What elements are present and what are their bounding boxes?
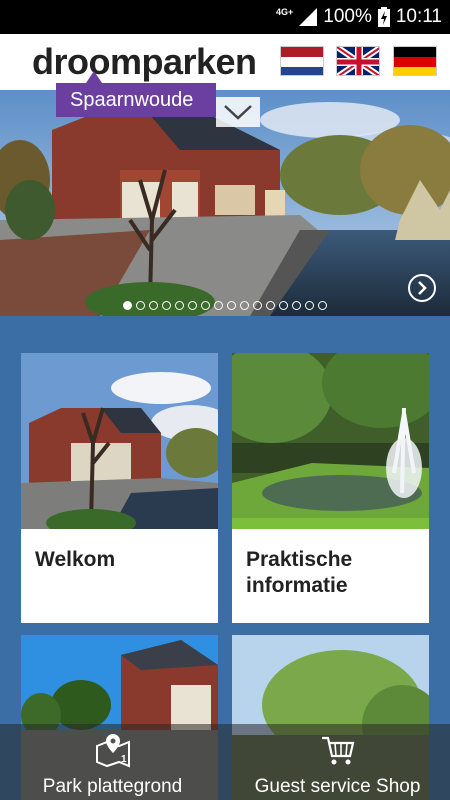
carousel-dot[interactable]	[227, 301, 236, 310]
cart-icon	[321, 736, 354, 765]
carousel-dot[interactable]	[279, 301, 288, 310]
guest-service-shop-button[interactable]: Guest service Shop	[225, 724, 450, 800]
card-praktische-informatie[interactable]: Praktische informatie	[232, 353, 429, 623]
carousel-dot[interactable]	[240, 301, 249, 310]
status-bar: 4G+ 100% 10:11	[0, 0, 450, 34]
carousel-dot[interactable]	[175, 301, 184, 310]
carousel-dot[interactable]	[318, 301, 327, 310]
carousel-dot[interactable]	[123, 301, 132, 310]
carousel-dot[interactable]	[188, 301, 197, 310]
map-pin-icon: 1	[95, 734, 130, 768]
card-image	[21, 353, 218, 529]
flag-uk-icon[interactable]	[336, 46, 380, 76]
carousel-dot[interactable]	[214, 301, 223, 310]
card-welkom[interactable]: Welkom	[21, 353, 218, 623]
svg-text:1: 1	[121, 754, 127, 765]
battery-charging-icon	[377, 7, 390, 27]
park-map-label: Park plattegrond	[42, 776, 183, 797]
carousel-dot[interactable]	[292, 301, 301, 310]
carousel-dot[interactable]	[136, 301, 145, 310]
carousel-dot[interactable]	[149, 301, 158, 310]
chevron-down-icon[interactable]	[216, 97, 260, 127]
carousel-dot[interactable]	[201, 301, 210, 310]
guest-service-shop-label: Guest service Shop	[254, 776, 421, 797]
carousel-dot[interactable]	[162, 301, 171, 310]
brand-logo[interactable]: droomparken	[32, 40, 257, 84]
battery-percent: 100%	[323, 6, 372, 27]
carousel-dot[interactable]	[253, 301, 262, 310]
next-slide-icon[interactable]	[408, 274, 436, 302]
network-type: 4G+	[275, 7, 294, 17]
park-map-button[interactable]: 1 Park plattegrond	[0, 724, 225, 800]
card-image	[232, 353, 429, 529]
card-title: Praktische informatie	[246, 548, 353, 597]
flag-nl-icon[interactable]	[280, 46, 324, 76]
carousel-dot[interactable]	[266, 301, 275, 310]
flag-de-icon[interactable]	[393, 46, 437, 76]
location-selector[interactable]: Spaarnwoude	[56, 71, 216, 117]
bottom-bar: 1 Park plattegrond Guest service Shop	[0, 724, 450, 800]
carousel-dots[interactable]	[0, 301, 450, 313]
carousel-dot[interactable]	[305, 301, 314, 310]
app-header: droomparken	[0, 34, 450, 90]
signal-icon	[299, 8, 318, 26]
clock: 10:11	[395, 6, 442, 27]
card-title: Welkom	[35, 548, 116, 571]
